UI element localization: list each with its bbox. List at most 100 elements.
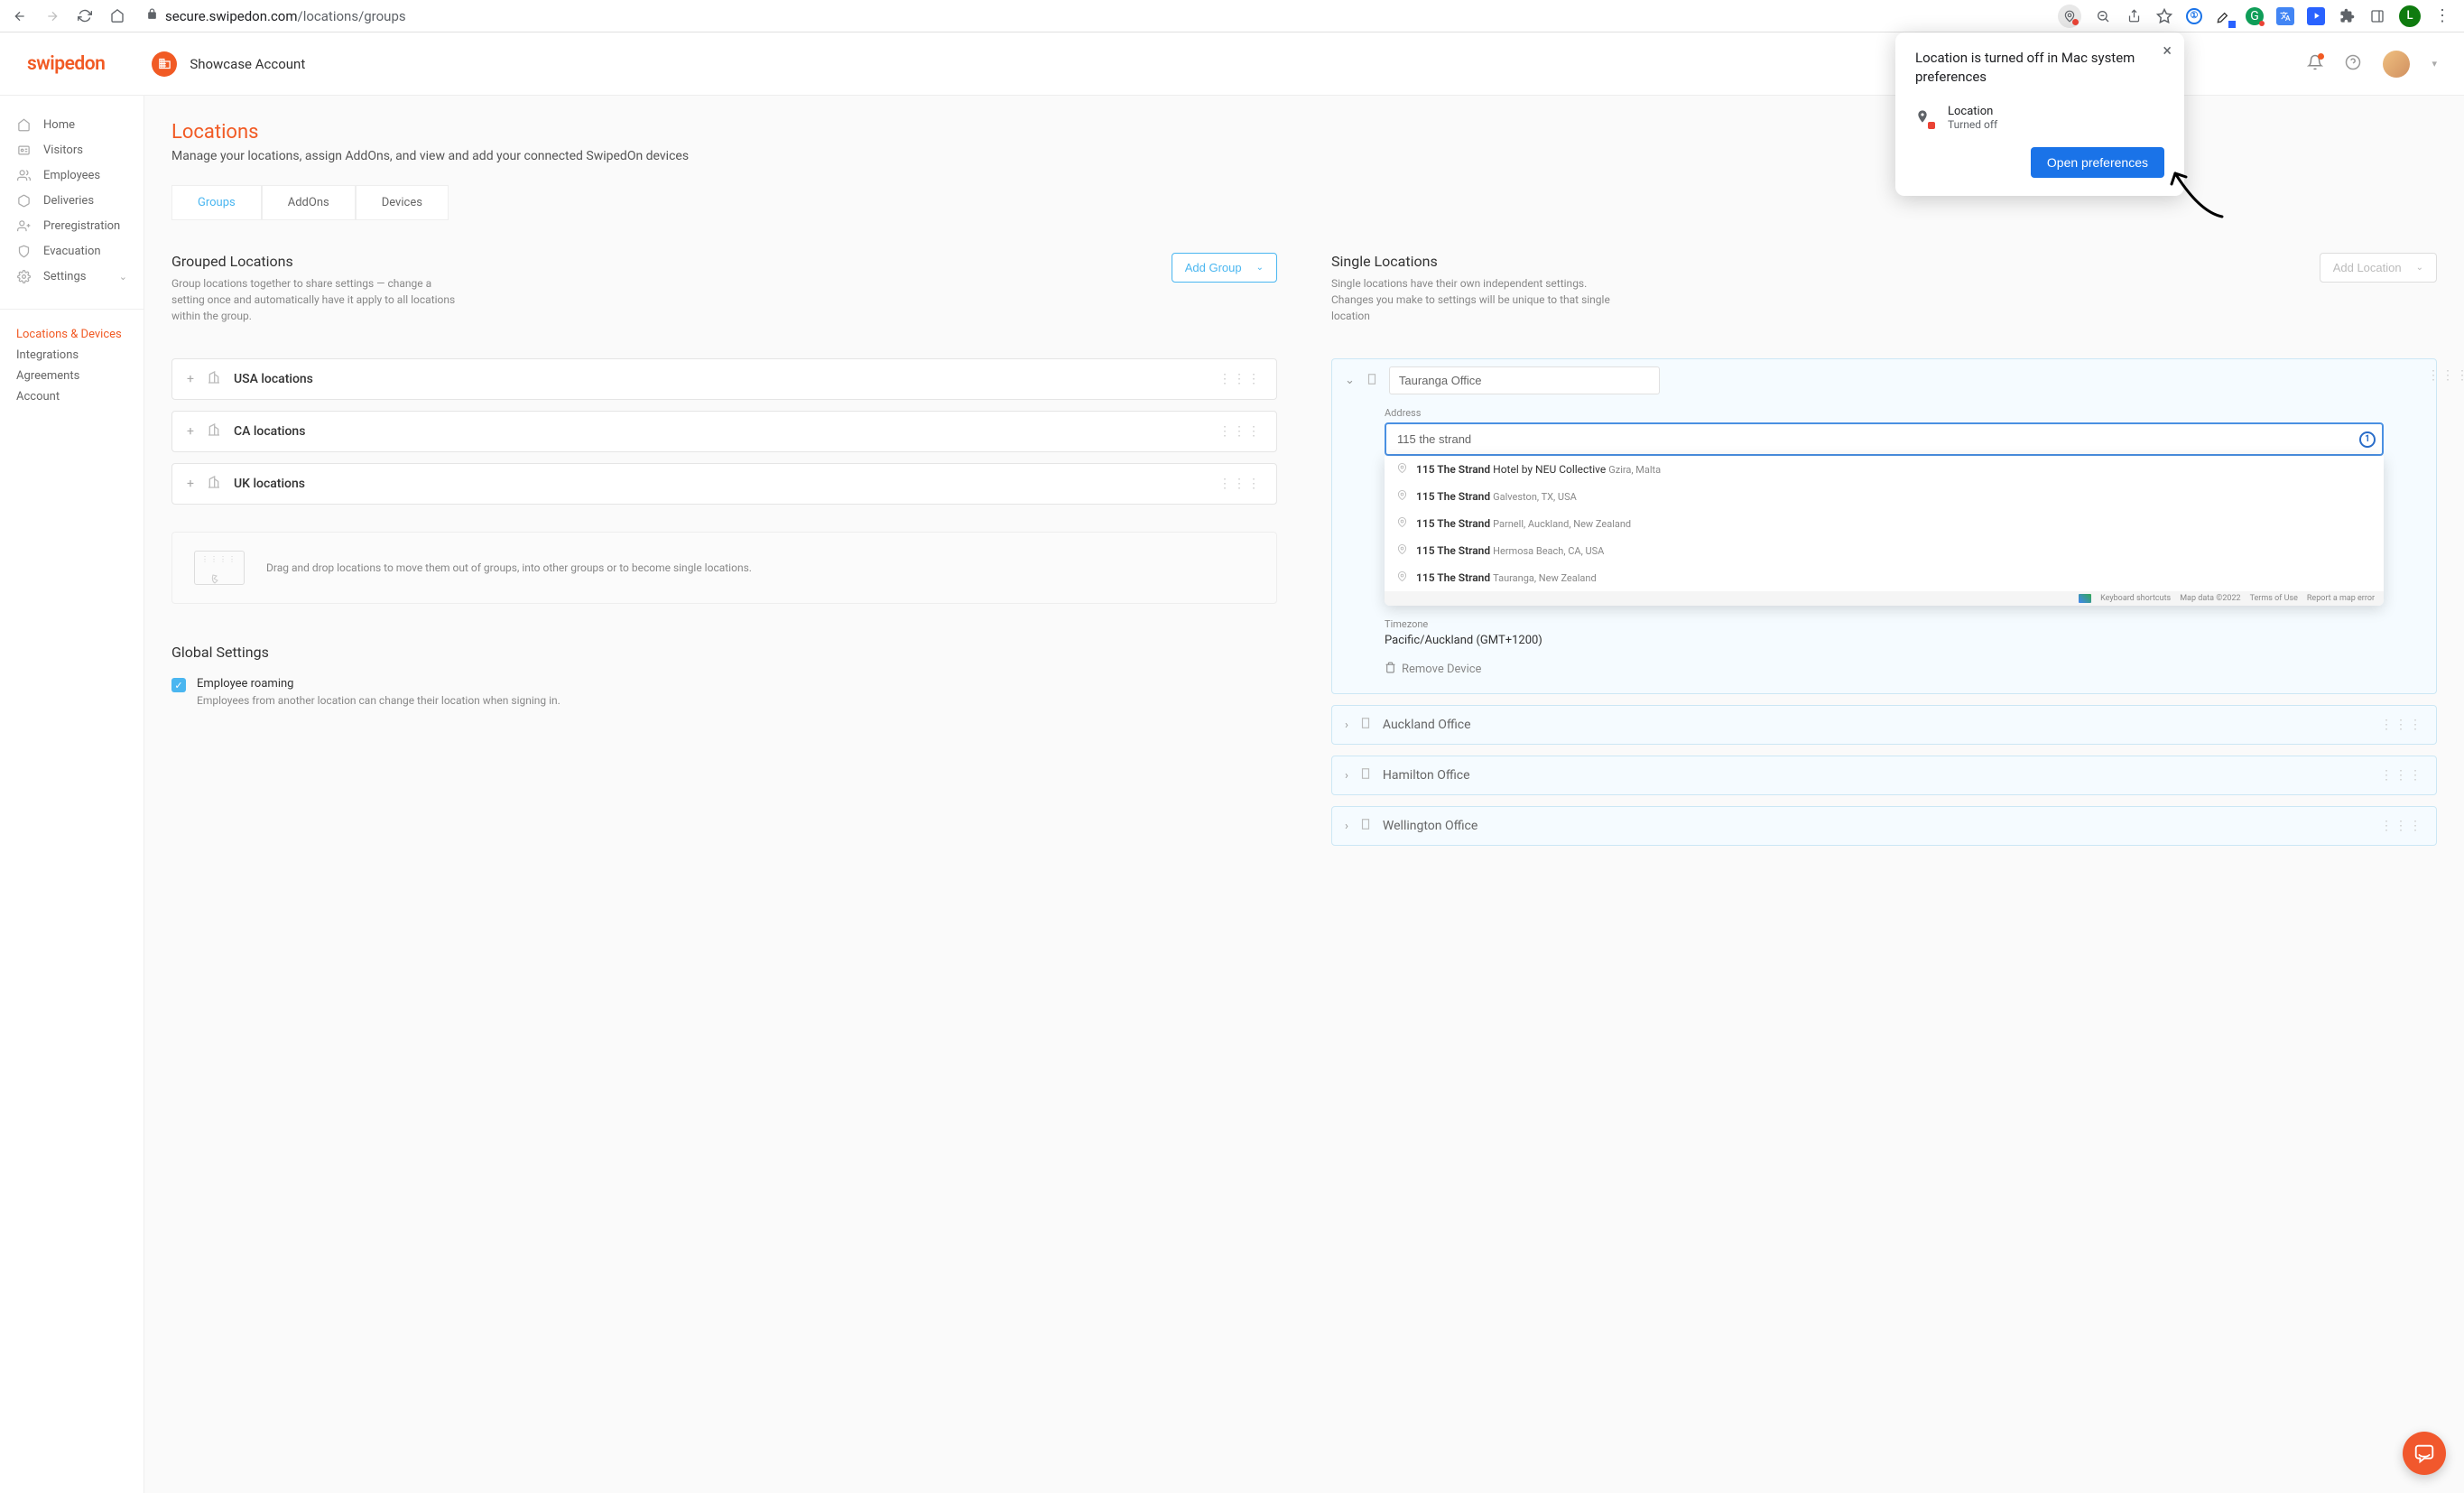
grammarly-extension-icon[interactable]: G: [2246, 7, 2264, 25]
drag-handle-icon[interactable]: ⋮⋮⋮: [2380, 768, 2423, 783]
sidebar-item-integrations[interactable]: Integrations: [0, 345, 144, 366]
map-footer-item[interactable]: Report a map error: [2307, 594, 2375, 603]
browser-toolbar: secure.swipedon.com/locations/groups ① G: [0, 0, 2464, 32]
sidebar-item-agreements[interactable]: Agreements: [0, 366, 144, 386]
single-location-collapsed[interactable]: › Hamilton Office ⋮⋮⋮: [1331, 756, 2437, 795]
building-icon: [1366, 373, 1378, 389]
sidebar-item-home[interactable]: Home: [0, 112, 144, 137]
group-row[interactable]: + CA locations ⋮⋮⋮: [171, 411, 1277, 452]
remove-device-button[interactable]: Remove Device: [1385, 662, 2384, 677]
sidebar-item-deliveries[interactable]: Deliveries: [0, 188, 144, 213]
swipedon-logo[interactable]: swipedon: [27, 53, 105, 75]
suggestion-item[interactable]: 115 The Strand Tauranga, New Zealand: [1385, 564, 2384, 591]
expand-icon[interactable]: +: [187, 424, 194, 439]
expand-icon[interactable]: +: [187, 477, 194, 491]
single-desc: Single locations have their own independ…: [1331, 275, 1620, 324]
video-extension-icon[interactable]: [2307, 7, 2325, 25]
expand-icon[interactable]: ›: [1345, 769, 1348, 783]
drag-handle-icon[interactable]: ⋮⋮⋮: [1218, 477, 1262, 491]
employees-icon: [16, 168, 31, 182]
help-icon[interactable]: [2345, 54, 2361, 74]
eyedropper-extension-icon[interactable]: [2215, 7, 2233, 25]
sidebar-item-visitors[interactable]: Visitors: [0, 137, 144, 162]
user-menu-chevron-icon[interactable]: ▾: [2432, 58, 2437, 70]
suggestion-item[interactable]: 115 The Strand Hotel by NEU Collective G…: [1385, 456, 2384, 483]
evacuation-icon: [16, 244, 31, 258]
sidebar-label: Preregistration: [43, 219, 120, 233]
group-name: CA locations: [234, 424, 1206, 439]
zoom-icon[interactable]: [2094, 7, 2112, 25]
sidebar-label: Locations & Devices: [16, 328, 122, 341]
sidebar-label: Home: [43, 118, 75, 132]
single-location-collapsed[interactable]: › Wellington Office ⋮⋮⋮: [1331, 806, 2437, 846]
intercom-chat-button[interactable]: [2403, 1432, 2446, 1475]
suggestion-item[interactable]: 115 The Strand Galveston, TX, USA: [1385, 483, 2384, 510]
single-title: Single Locations: [1331, 253, 1620, 270]
group-row[interactable]: + USA locations ⋮⋮⋮: [171, 358, 1277, 400]
account-name[interactable]: Showcase Account: [190, 56, 305, 72]
map-footer-item[interactable]: Keyboard shortcuts: [2100, 594, 2171, 603]
location-name-input[interactable]: [1389, 366, 1660, 394]
profile-avatar[interactable]: L: [2399, 5, 2421, 27]
building-icon: [207, 475, 221, 493]
sidepanel-icon[interactable]: [2368, 7, 2386, 25]
drag-handle-icon[interactable]: ⋮⋮⋮: [2380, 718, 2423, 732]
notifications-icon[interactable]: [2307, 54, 2323, 74]
reload-button[interactable]: [74, 5, 96, 27]
pin-icon: [1397, 490, 1407, 503]
map-footer-item[interactable]: Terms of Use: [2250, 594, 2298, 603]
remove-label: Remove Device: [1402, 663, 1481, 676]
tab-addons[interactable]: AddOns: [262, 185, 356, 219]
onepassword-extension-icon[interactable]: ①: [2186, 8, 2202, 24]
drag-handle-icon[interactable]: ⋮⋮⋮: [2427, 368, 2464, 383]
sidebar-item-employees[interactable]: Employees: [0, 162, 144, 188]
button-label: Add Location: [2333, 261, 2402, 274]
translate-extension-icon[interactable]: [2276, 7, 2294, 25]
drag-handle-icon[interactable]: ⋮⋮⋮: [1218, 372, 1262, 386]
tab-groups[interactable]: Groups: [171, 185, 262, 219]
home-button[interactable]: [107, 5, 128, 27]
bookmark-star-icon[interactable]: [2155, 7, 2173, 25]
sidebar-label: Account: [16, 390, 60, 403]
add-location-button[interactable]: Add Location ⌄: [2320, 253, 2437, 283]
back-button[interactable]: [9, 5, 31, 27]
open-preferences-button[interactable]: Open preferences: [2031, 147, 2164, 178]
location-blocked-icon[interactable]: [2058, 5, 2081, 28]
pin-icon: [1397, 463, 1407, 476]
group-row[interactable]: + UK locations ⋮⋮⋮: [171, 463, 1277, 505]
account-icon: [152, 51, 177, 77]
sidebar: Home Visitors Employees Deliveries Prere…: [0, 96, 144, 1493]
forward-button[interactable]: [42, 5, 63, 27]
sidebar-item-account[interactable]: Account: [0, 386, 144, 407]
address-input[interactable]: [1385, 422, 2384, 456]
expand-icon[interactable]: +: [187, 372, 194, 386]
collapse-icon[interactable]: ⌄: [1345, 374, 1355, 387]
expand-icon[interactable]: ›: [1345, 719, 1348, 732]
onepassword-inline-icon[interactable]: 1: [2359, 431, 2376, 448]
drag-handle-icon[interactable]: ⋮⋮⋮: [2380, 819, 2423, 833]
location-permission-popup: × Location is turned off in Mac system p…: [1895, 32, 2184, 196]
employee-roaming-checkbox[interactable]: ✓ Employee roaming Employees from anothe…: [171, 677, 1277, 707]
suggestion-item[interactable]: 115 The Strand Parnell, Auckland, New Ze…: [1385, 510, 2384, 537]
add-group-button[interactable]: Add Group ⌄: [1172, 253, 1277, 283]
expand-icon[interactable]: ›: [1345, 820, 1348, 833]
sidebar-item-preregistration[interactable]: Preregistration: [0, 213, 144, 238]
popup-close-button[interactable]: ×: [2163, 42, 2172, 60]
timezone-label: Timezone: [1385, 618, 2384, 630]
sidebar-item-locations-devices[interactable]: Locations & Devices: [0, 324, 144, 345]
share-icon[interactable]: [2125, 7, 2143, 25]
drag-handle-icon[interactable]: ⋮⋮⋮: [1218, 424, 1262, 439]
suggestion-item[interactable]: 115 The Strand Hermosa Beach, CA, USA: [1385, 537, 2384, 564]
sidebar-label: Integrations: [16, 348, 79, 362]
extensions-puzzle-icon[interactable]: [2338, 7, 2356, 25]
browser-menu-icon[interactable]: ⋮: [2433, 7, 2451, 25]
single-location-collapsed[interactable]: › Auckland Office ⋮⋮⋮: [1331, 705, 2437, 745]
user-avatar[interactable]: [2383, 51, 2410, 78]
building-icon: [207, 422, 221, 440]
sidebar-item-settings[interactable]: Settings ⌄: [0, 264, 144, 289]
tab-devices[interactable]: Devices: [356, 185, 449, 219]
global-settings-title: Global Settings: [171, 644, 1277, 661]
visitors-icon: [16, 143, 31, 157]
sidebar-item-evacuation[interactable]: Evacuation: [0, 238, 144, 264]
address-bar[interactable]: secure.swipedon.com/locations/groups: [139, 8, 2047, 24]
